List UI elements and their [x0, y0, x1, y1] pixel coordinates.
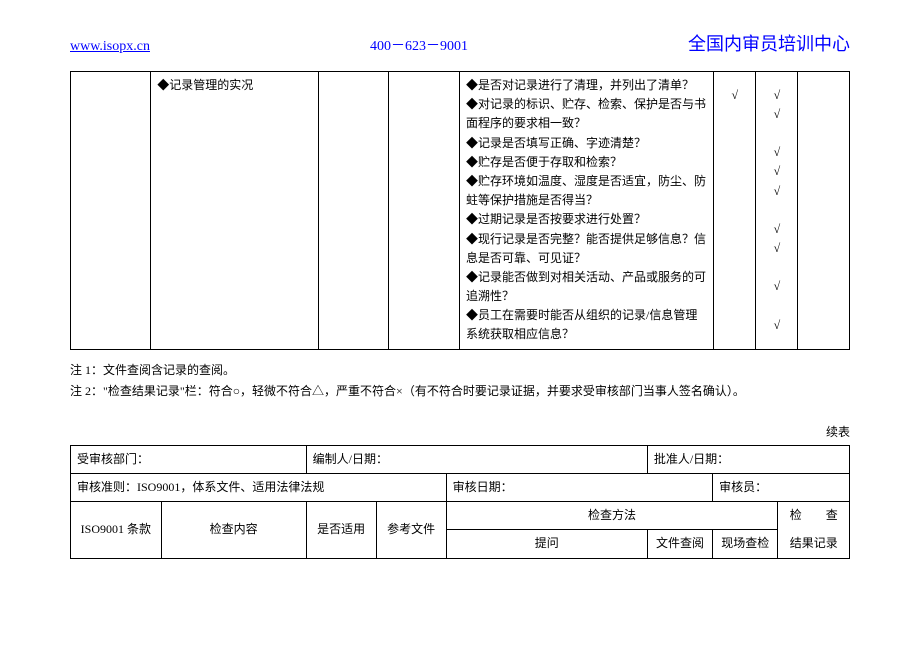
th-question: 提问	[446, 530, 647, 558]
header-title: 全国内审员培训中心	[688, 30, 850, 56]
th-doc-review: 文件查阅	[647, 530, 712, 558]
main-audit-table: ◆记录管理的实况 ◆是否对记录进行了清理，并列出了清单？ ◆对记录的标识、贮存、…	[70, 71, 850, 350]
header-url[interactable]: www.isopx.cn	[70, 39, 150, 55]
th-check-method: 检查方法	[446, 502, 778, 530]
th-applicable: 是否适用	[306, 502, 376, 558]
note-1: 注 1：文件查阅含记录的查阅。	[70, 360, 850, 382]
check-content-cell: ◆记录管理的实况	[151, 72, 318, 350]
table-row: ◆记录管理的实况 ◆是否对记录进行了清理，并列出了清单？ ◆对记录的标识、贮存、…	[71, 72, 850, 350]
auditor-cell: 审核员：	[713, 474, 850, 502]
audited-dept-cell: 受审核部门：	[71, 445, 307, 473]
approver-date-cell: 批准人/日期：	[647, 445, 849, 473]
table-row: ISO9001 条款 检查内容 是否适用 参考文件 检查方法 检 查	[71, 502, 850, 530]
note-2: 注 2："检查结果记录"栏：符合○，轻微不符合△，严重不符合×（有不符合时要记录…	[70, 381, 850, 403]
audit-criteria-cell: 审核准则：ISO9001，体系文件、适用法律法规	[71, 474, 447, 502]
site-check-cell: √ √ √ √ √ √ √ √ √	[756, 72, 798, 350]
notes-section: 注 1：文件查阅含记录的查阅。 注 2："检查结果记录"栏：符合○，轻微不符合△…	[70, 360, 850, 403]
th-check-content: 检查内容	[161, 502, 306, 558]
compiler-date-cell: 编制人/日期：	[306, 445, 647, 473]
table-row: 受审核部门： 编制人/日期： 批准人/日期：	[71, 445, 850, 473]
header-phone: 400－623－9001	[370, 35, 468, 55]
questions-cell: ◆是否对记录进行了清理，并列出了清单？ ◆对记录的标识、贮存、检索、保护是否与书…	[459, 72, 713, 350]
header-info-table: 受审核部门： 编制人/日期： 批准人/日期： 审核准则：ISO9001，体系文件…	[70, 445, 850, 559]
th-result-a: 检 查	[778, 502, 850, 530]
th-reference: 参考文件	[376, 502, 446, 558]
th-site-check: 现场查检	[713, 530, 778, 558]
th-result-b: 结果记录	[778, 530, 850, 558]
th-iso-clause: ISO9001 条款	[71, 502, 162, 558]
table-row: 审核准则：ISO9001，体系文件、适用法律法规 审核日期： 审核员：	[71, 474, 850, 502]
continued-label: 续表	[70, 423, 850, 440]
audit-date-cell: 审核日期：	[446, 474, 713, 502]
doc-check-cell: √	[714, 72, 756, 350]
